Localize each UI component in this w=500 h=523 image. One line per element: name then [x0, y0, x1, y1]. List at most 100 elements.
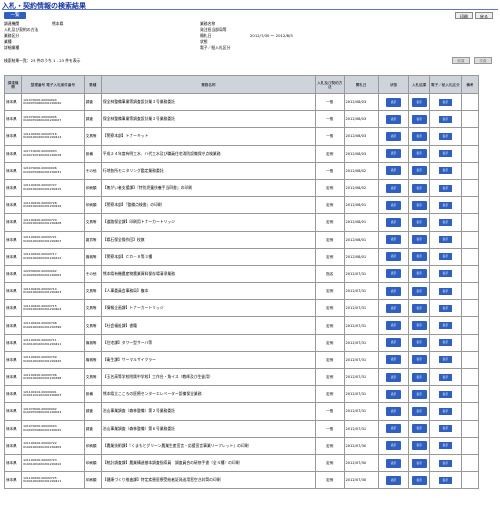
- cell-project-name: 【衛生課】サーマルサイクラー: [100, 350, 317, 370]
- result-view-button[interactable]: 表示: [411, 217, 427, 227]
- status-view-button[interactable]: 表示: [386, 389, 402, 399]
- bid-type-view-button[interactable]: 表示: [438, 390, 452, 398]
- bid-type-view-button[interactable]: 表示: [438, 98, 452, 106]
- result-view-button[interactable]: 表示: [411, 286, 427, 296]
- status-view-button[interactable]: 表示: [386, 235, 402, 245]
- status-view-button[interactable]: 表示: [386, 441, 402, 451]
- cell-numbers: 121100200-00000714 01001000200201200403: [21, 282, 85, 301]
- bid-type-view-button[interactable]: 表示: [438, 373, 452, 381]
- bid-type-view-button[interactable]: 表示: [438, 304, 452, 312]
- status-view-button[interactable]: 表示: [386, 252, 402, 262]
- cell-date: 2012/08/03: [343, 127, 379, 146]
- result-view-button[interactable]: 表示: [411, 338, 427, 348]
- status-view-button[interactable]: 表示: [386, 338, 402, 348]
- status-view-button[interactable]: 表示: [386, 114, 402, 124]
- status-view-button[interactable]: 表示: [386, 286, 402, 296]
- status-view-button[interactable]: 表示: [386, 131, 402, 141]
- next-page-button[interactable]: 次頁: [474, 57, 492, 64]
- cell-org: 熊本県: [3, 333, 23, 352]
- result-view-button[interactable]: 表示: [411, 389, 427, 399]
- bid-type-view-button[interactable]: 表示: [438, 201, 452, 209]
- result-view-button[interactable]: 表示: [411, 424, 427, 434]
- cell-date: 2012/07/31: [343, 385, 379, 404]
- cell-type: その他: [83, 161, 102, 180]
- result-view-button[interactable]: 表示: [411, 321, 427, 331]
- status-view-button[interactable]: 表示: [386, 458, 402, 468]
- bid-type-view-button[interactable]: 表示: [438, 115, 452, 123]
- cell-numbers: 121070000-00000005 01000700600201200027: [21, 110, 85, 129]
- bid-type-view-button[interactable]: 表示: [438, 425, 452, 433]
- condition-label: 業務区分: [4, 33, 20, 38]
- result-view-button[interactable]: 表示: [411, 252, 427, 262]
- status-view-button[interactable]: 表示: [386, 200, 402, 210]
- bid-type-view-button[interactable]: 表示: [438, 407, 452, 415]
- result-view-button[interactable]: 表示: [411, 406, 427, 416]
- bid-type-view-button[interactable]: 表示: [438, 236, 452, 244]
- cell-numbers: 121100200-00000728 01001000200201200416: [21, 196, 85, 215]
- result-view-button[interactable]: 表示: [411, 235, 427, 245]
- result-view-button[interactable]: 表示: [411, 97, 427, 107]
- result-view-button[interactable]: 表示: [411, 166, 427, 176]
- bid-type-view-button[interactable]: 表示: [438, 476, 452, 484]
- cell-method: 定例: [315, 436, 345, 455]
- prev-page-button[interactable]: 前頁: [452, 57, 470, 64]
- status-view-button[interactable]: 表示: [386, 475, 402, 485]
- status-view-button[interactable]: 表示: [386, 166, 402, 176]
- status-view-button[interactable]: 表示: [386, 269, 402, 279]
- status-view-button[interactable]: 表示: [386, 303, 402, 313]
- bid-type-view-button[interactable]: 表示: [438, 287, 452, 295]
- status-view-button[interactable]: 表示: [386, 321, 402, 331]
- cell-project-name: 【住宅課】タワー型サーバ等: [100, 333, 317, 352]
- cell-method: 定例: [315, 196, 345, 215]
- status-view-button[interactable]: 表示: [386, 183, 402, 193]
- cell-remarks: [460, 247, 480, 266]
- cell-result: 表示: [408, 419, 430, 438]
- result-view-button[interactable]: 表示: [411, 149, 427, 159]
- cell-project-name: 【統計調査課】農業構造基本調査指導員 調査員合の研修手書（全４種）の印刷: [100, 453, 317, 473]
- result-view-button[interactable]: 表示: [411, 114, 427, 124]
- result-view-button[interactable]: 表示: [411, 475, 427, 485]
- table-row: 熊本県 121100200-00000716 010010002002012004…: [3, 127, 480, 146]
- status-view-button[interactable]: 表示: [386, 217, 402, 227]
- back-button[interactable]: 戻る: [475, 12, 493, 19]
- result-view-button[interactable]: 表示: [411, 303, 427, 313]
- bid-type-view-button[interactable]: 表示: [438, 322, 452, 330]
- cell-method: 定例: [315, 299, 345, 318]
- status-view-button[interactable]: 表示: [386, 406, 402, 416]
- cell-result: 表示: [408, 230, 430, 249]
- result-view-button[interactable]: 表示: [411, 200, 427, 210]
- bid-type-view-button[interactable]: 表示: [438, 356, 452, 364]
- bid-type-view-button[interactable]: 表示: [438, 184, 452, 192]
- condition-label: 詳細業種: [4, 45, 20, 50]
- bid-type-view-button[interactable]: 表示: [438, 270, 452, 278]
- result-view-button[interactable]: 表示: [411, 269, 427, 279]
- cell-type: 文具等: [83, 282, 102, 301]
- status-view-button[interactable]: 表示: [386, 355, 402, 365]
- status-view-button[interactable]: 表示: [386, 424, 402, 434]
- result-view-button[interactable]: 表示: [411, 183, 427, 193]
- status-view-button[interactable]: 表示: [386, 372, 402, 382]
- status-view-button[interactable]: 表示: [386, 149, 402, 159]
- bid-type-view-button[interactable]: 表示: [438, 218, 452, 226]
- result-view-button[interactable]: 表示: [411, 372, 427, 382]
- cell-remarks: [460, 178, 480, 198]
- result-view-button[interactable]: 表示: [411, 355, 427, 365]
- cell-date: 2012/08/01: [343, 196, 379, 215]
- status-view-button[interactable]: 表示: [386, 97, 402, 107]
- result-view-button[interactable]: 表示: [411, 458, 427, 468]
- list-tab[interactable]: 一覧: [4, 12, 26, 19]
- bid-type-view-button[interactable]: 表示: [438, 339, 452, 347]
- bid-type-view-button[interactable]: 表示: [438, 459, 452, 467]
- condition-label: 状態: [200, 39, 208, 44]
- bid-type-view-button[interactable]: 表示: [438, 442, 452, 450]
- cell-remarks: [460, 436, 480, 455]
- result-view-button[interactable]: 表示: [411, 131, 427, 141]
- cell-type: 調査: [83, 92, 102, 112]
- print-button[interactable]: 印刷: [455, 12, 473, 19]
- bid-type-view-button[interactable]: 表示: [438, 167, 452, 175]
- bid-type-view-button[interactable]: 表示: [438, 150, 452, 158]
- bid-type-view-button[interactable]: 表示: [438, 253, 452, 261]
- cell-status: 表示: [377, 92, 410, 112]
- bid-type-view-button[interactable]: 表示: [438, 132, 452, 140]
- result-view-button[interactable]: 表示: [411, 441, 427, 451]
